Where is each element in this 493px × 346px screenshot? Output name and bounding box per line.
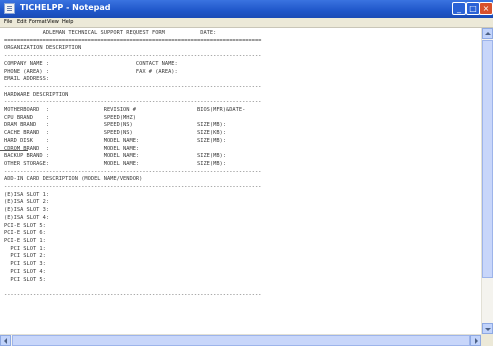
- window-title: TICHELPP - Notepad: [20, 3, 111, 12]
- menu-bar: File Edit Format View Help: [0, 18, 493, 28]
- document-line: BACKUP BRAND : MODEL NAME: SIZE(MB):: [4, 153, 226, 160]
- minimize-button[interactable]: _: [452, 2, 466, 15]
- document-line: PCI-E SLOT 1:: [4, 237, 46, 244]
- document-line: PCI SLOT 3:: [4, 261, 46, 268]
- document-line: ----------------------------------------…: [4, 53, 262, 60]
- document-line: ========================================…: [4, 37, 262, 44]
- callout-pointer-line: [0, 150, 28, 151]
- scroll-down-arrow-icon[interactable]: [482, 323, 493, 334]
- document-line: PCI SLOT 1:: [4, 245, 46, 252]
- document-line: (E)ISA SLOT 4:: [4, 214, 50, 221]
- document-line: EMAIL ADDRESS:: [4, 76, 50, 83]
- document-line: ----------------------------------------…: [4, 99, 262, 106]
- vertical-scroll-thumb[interactable]: [482, 40, 493, 278]
- document-line: (E)ISA SLOT 3:: [4, 207, 50, 214]
- menu-edit[interactable]: Edit: [17, 18, 27, 27]
- text-editor-area[interactable]: ADLEMAN TECHNICAL SUPPORT REQUEST FORM D…: [0, 28, 481, 334]
- document-line: ADLEMAN TECHNICAL SUPPORT REQUEST FORM D…: [4, 30, 217, 36]
- document-line: DRAM BRAND : SPEED(NS) SIZE(MB):: [4, 122, 226, 129]
- scroll-left-arrow-icon[interactable]: [0, 335, 11, 346]
- menu-view[interactable]: View: [47, 18, 59, 27]
- document-line: OTHER STORAGE: MODEL NAME: SIZE(MB):: [4, 160, 226, 167]
- document-text[interactable]: ADLEMAN TECHNICAL SUPPORT REQUEST FORM D…: [4, 30, 261, 300]
- document-line: CPU BRAND : SPEED(MHZ): [4, 114, 136, 121]
- scroll-right-arrow-icon[interactable]: [470, 335, 481, 346]
- document-line: COMPANY NAME : CONTACT NAME:: [4, 60, 178, 67]
- document-line: CACHE BRAND : SPEED(NS) SIZE(KB):: [4, 130, 226, 137]
- document-line: PCI-E SLOT 5:: [4, 222, 46, 229]
- document-line: HARDWARE DESCRIPTION: [4, 91, 69, 98]
- title-bar[interactable]: TICHELPP - Notepad _ □ ×: [0, 0, 493, 18]
- document-line: ORGANIZATION DESCRIPTION: [4, 45, 82, 52]
- scroll-up-arrow-icon[interactable]: [482, 28, 493, 39]
- size-grip[interactable]: [481, 334, 493, 346]
- horizontal-scrollbar[interactable]: [0, 334, 481, 346]
- notepad-icon[interactable]: [4, 3, 15, 14]
- document-line: PCI SLOT 4:: [4, 268, 46, 275]
- maximize-button[interactable]: □: [466, 2, 480, 15]
- document-line: (E)ISA SLOT 1:: [4, 191, 50, 198]
- document-line: PHONE (AREA) : FAX # (AREA):: [4, 68, 178, 75]
- document-line: ----------------------------------------…: [4, 83, 262, 90]
- document-line: ----------------------------------------…: [4, 184, 262, 191]
- menu-help[interactable]: Help: [62, 18, 73, 27]
- vertical-scrollbar[interactable]: [481, 28, 493, 334]
- menu-file[interactable]: File: [4, 18, 12, 27]
- close-button[interactable]: ×: [479, 2, 493, 15]
- document-line: (E)ISA SLOT 2:: [4, 199, 50, 206]
- horizontal-scroll-thumb[interactable]: [12, 335, 470, 346]
- document-line: PCI SLOT 5:: [4, 276, 46, 283]
- notepad-window: TICHELPP - Notepad _ □ × File Edit Forma…: [0, 0, 493, 346]
- document-line: PCI SLOT 2:: [4, 253, 46, 260]
- document-line: MOTHERBOARD : REVISION # BIOS(MFR)&DATE-: [4, 107, 246, 114]
- document-line: ----------------------------------------…: [4, 168, 262, 175]
- document-line: PCI-E SLOT 6:: [4, 230, 46, 237]
- menu-format[interactable]: Format: [29, 18, 47, 27]
- document-line: HARD DISK : MODEL NAME: SIZE(MB):: [4, 137, 226, 144]
- document-line: ----------------------------------------…: [4, 291, 262, 298]
- document-line: ADD-IN CARD DESCRIPTION (MODEL NAME/VEND…: [4, 176, 143, 183]
